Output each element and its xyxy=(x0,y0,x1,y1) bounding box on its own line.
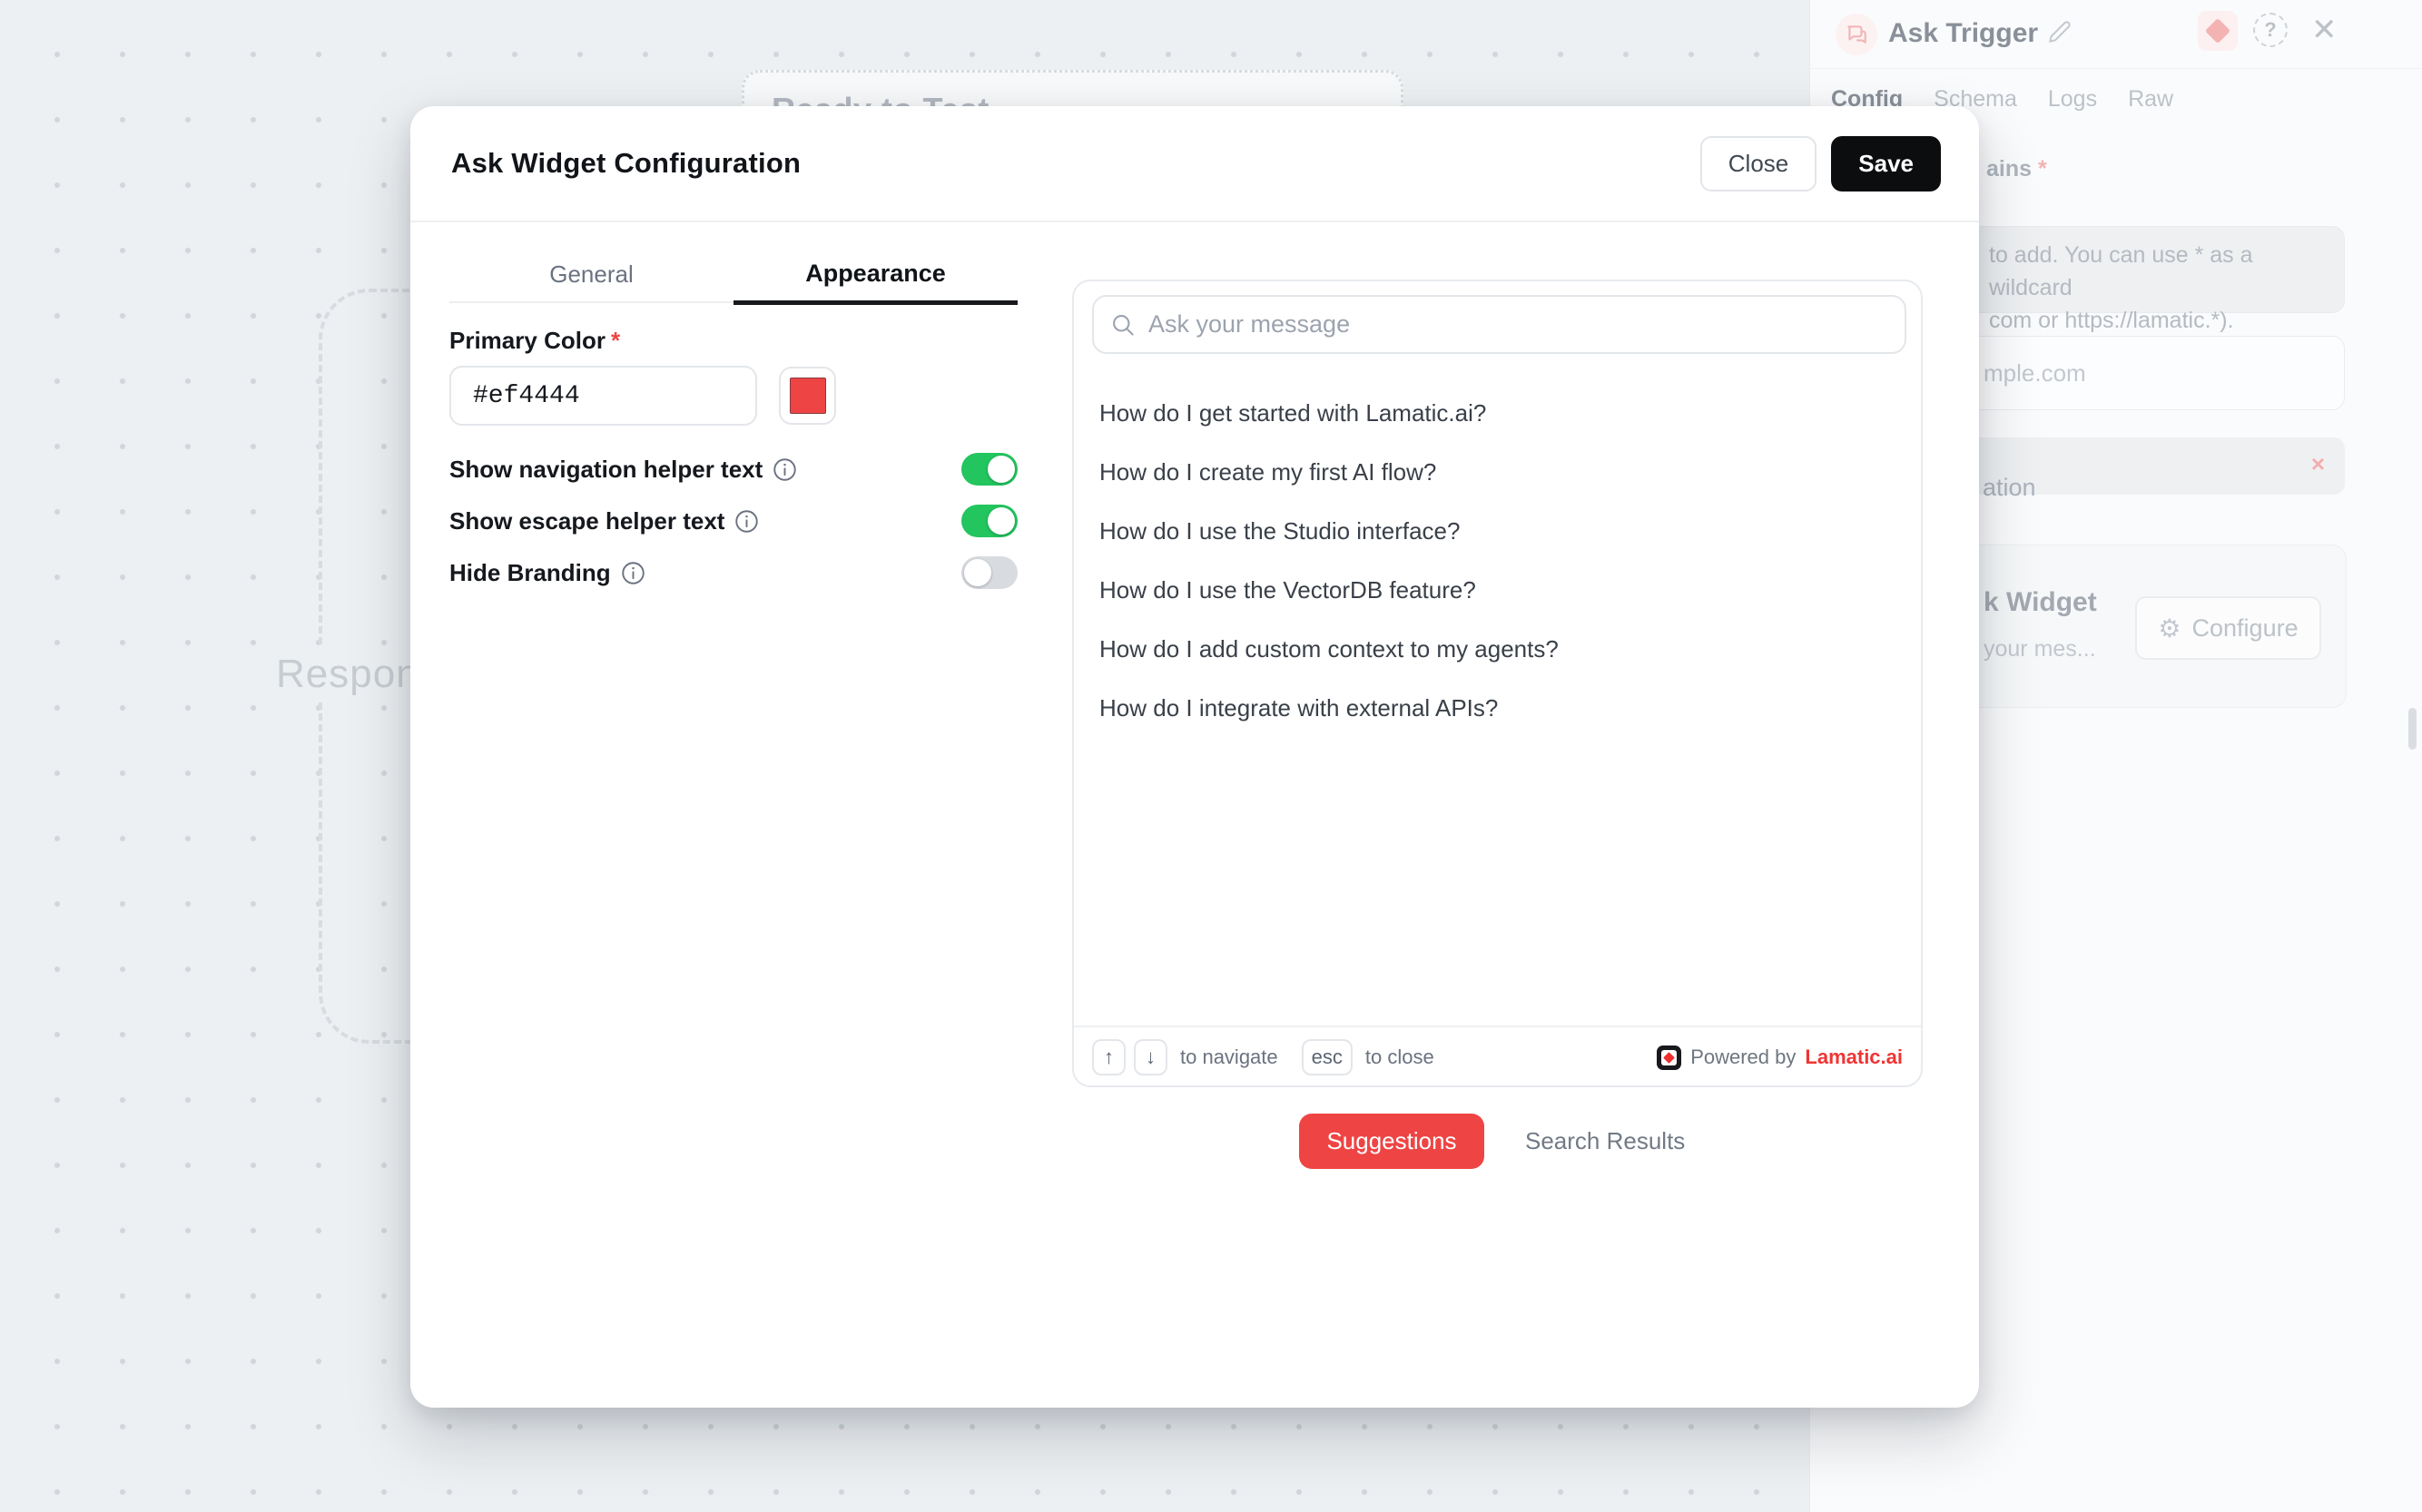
close-hint: to close xyxy=(1365,1046,1434,1069)
required-asterisk: * xyxy=(611,327,620,354)
primary-color-label: Primary Color* xyxy=(449,327,620,355)
color-swatch xyxy=(790,378,826,414)
modal-header-actions: Close Save xyxy=(1700,136,1941,191)
ask-message-input[interactable] xyxy=(1148,310,1888,339)
color-swatch-button[interactable] xyxy=(779,367,836,425)
toggle-label: Show navigation helper text xyxy=(449,456,763,484)
toggle-hide-branding[interactable] xyxy=(961,556,1018,589)
save-button[interactable]: Save xyxy=(1831,136,1941,191)
list-item[interactable]: How do I use the VectorDB feature? xyxy=(1074,561,1921,620)
close-button[interactable]: Close xyxy=(1700,136,1816,191)
preview-footer: ↑ ↓ to navigate esc to close Powered by … xyxy=(1074,1026,1921,1087)
toggle-escape-helper[interactable] xyxy=(961,505,1018,537)
lamatic-logo-diamond xyxy=(1663,1052,1675,1064)
toggle-knob xyxy=(988,456,1015,483)
info-icon xyxy=(621,561,645,585)
arrow-down-key: ↓ xyxy=(1134,1039,1167,1075)
toggle-row-escape-helper: Show escape helper text xyxy=(449,505,1018,537)
info-icon xyxy=(734,509,759,534)
list-item[interactable]: How do I use the Studio interface? xyxy=(1074,502,1921,561)
toggle-row-hide-branding: Hide Branding xyxy=(449,556,1018,589)
primary-color-input[interactable] xyxy=(449,366,757,426)
suggested-questions-list: How do I get started with Lamatic.ai? Ho… xyxy=(1074,384,1921,738)
lamatic-brand-link[interactable]: Lamatic.ai xyxy=(1805,1046,1903,1069)
search-results-tab-button[interactable]: Search Results xyxy=(1514,1114,1696,1169)
search-icon xyxy=(1110,312,1136,338)
widget-preview: How do I get started with Lamatic.ai? Ho… xyxy=(1072,280,1923,1087)
arrow-up-key: ↑ xyxy=(1092,1039,1126,1075)
list-item[interactable]: How do I integrate with external APIs? xyxy=(1074,679,1921,738)
powered-by-label: Powered by xyxy=(1690,1046,1796,1069)
navigate-hint: to navigate xyxy=(1180,1046,1278,1069)
lamatic-logo-inner xyxy=(1661,1050,1677,1065)
toggle-row-navigation-helper: Show navigation helper text xyxy=(449,453,1018,486)
modal-header: Ask Widget Configuration Close Save xyxy=(410,106,1979,222)
list-item[interactable]: How do I add custom context to my agents… xyxy=(1074,620,1921,679)
ask-widget-configuration-modal: Ask Widget Configuration Close Save Gene… xyxy=(410,106,1979,1408)
toggle-label: Hide Branding xyxy=(449,559,611,587)
modal-title: Ask Widget Configuration xyxy=(451,147,801,180)
info-icon xyxy=(773,457,797,482)
ask-message-searchbar[interactable] xyxy=(1092,295,1906,354)
powered-by-group: Powered by Lamatic.ai xyxy=(1657,1046,1903,1070)
suggestions-tab-button[interactable]: Suggestions xyxy=(1299,1114,1484,1169)
esc-key: esc xyxy=(1302,1039,1353,1075)
lamatic-logo-icon xyxy=(1657,1046,1681,1070)
list-item[interactable]: How do I create my first AI flow? xyxy=(1074,443,1921,502)
toggle-label: Show escape helper text xyxy=(449,507,724,535)
primary-color-label-text: Primary Color xyxy=(449,327,606,354)
tab-appearance[interactable]: Appearance xyxy=(733,247,1018,305)
app-canvas: Ready to Test Response Ask Trigger ? ✕ xyxy=(0,0,2422,1512)
toggle-navigation-helper[interactable] xyxy=(961,453,1018,486)
toggle-knob xyxy=(964,559,991,586)
tab-general[interactable]: General xyxy=(449,247,733,301)
toggle-knob xyxy=(988,507,1015,535)
modal-tabs: General Appearance xyxy=(449,247,1018,303)
list-item[interactable]: How do I get started with Lamatic.ai? xyxy=(1074,384,1921,443)
